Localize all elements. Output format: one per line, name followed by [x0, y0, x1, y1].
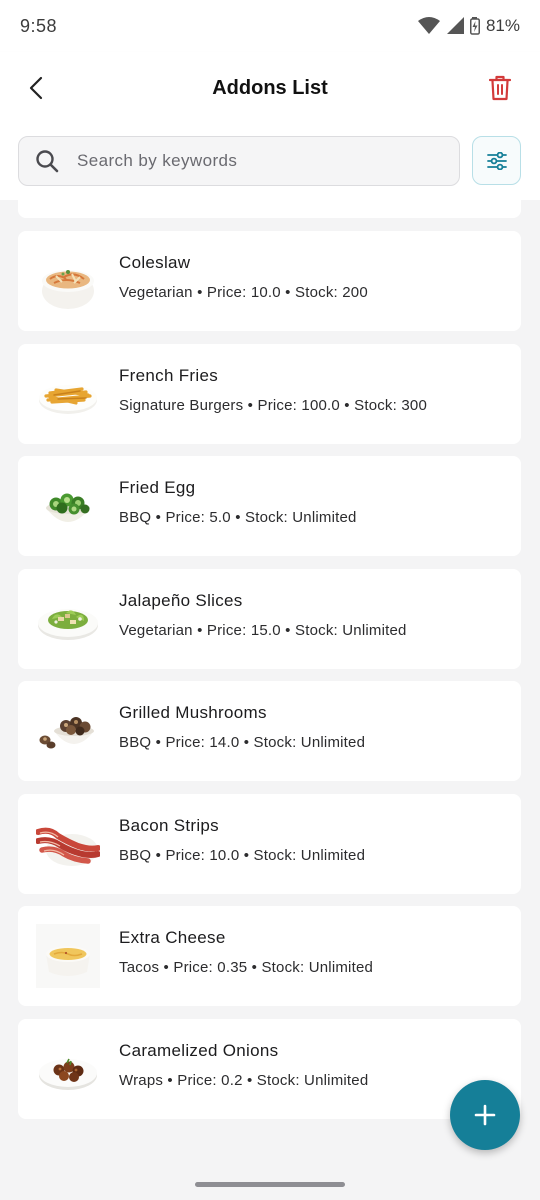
addon-meta: Wraps • Price: 0.2 • Stock: Unlimited [119, 1072, 369, 1089]
plus-icon [474, 1104, 496, 1126]
battery-percent: 81% [485, 16, 520, 35]
addon-item[interactable]: Grilled Mushrooms BBQ • Price: 14.0 • St… [18, 681, 521, 781]
addon-meta: BBQ • Price: 5.0 • Stock: Unlimited [119, 509, 357, 526]
addon-item[interactable]: Coleslaw Vegetarian • Price: 10.0 • Stoc… [18, 231, 521, 331]
addon-name: Fried Egg [119, 478, 196, 497]
addon-meta: Vegetarian • Price: 15.0 • Stock: Unlimi… [119, 622, 407, 639]
page-title: Addons List [212, 76, 328, 99]
addon-item[interactable]: French Fries Signature Burgers • Price: … [18, 344, 521, 444]
signal-icon [446, 17, 464, 34]
addon-meta: BBQ • Price: 10.0 • Stock: Unlimited [119, 847, 366, 864]
search-input[interactable] [77, 151, 407, 171]
add-addon-button[interactable] [450, 1080, 520, 1150]
mushroom-thumbnail [39, 717, 94, 749]
list-item-partial[interactable] [18, 200, 521, 218]
back-button[interactable] [20, 70, 52, 106]
addon-name: Extra Cheese [119, 928, 226, 947]
addon-text: Fried Egg BBQ • Price: 5.0 • Stock: Unli… [119, 478, 357, 526]
addon-name: Caramelized Onions [119, 1041, 279, 1060]
addon-text: Jalapeño Slices Vegetarian • Price: 15.0… [119, 591, 407, 639]
home-indicator[interactable] [195, 1182, 345, 1187]
addon-text: Coleslaw Vegetarian • Price: 10.0 • Stoc… [119, 253, 368, 301]
addon-text: Caramelized Onions Wraps • Price: 0.2 • … [119, 1041, 368, 1089]
addon-name: Coleslaw [119, 253, 191, 272]
addon-item[interactable]: Extra Cheese Tacos • Price: 0.35 • Stock… [18, 906, 521, 1006]
addon-item[interactable]: Fried Egg BBQ • Price: 5.0 • Stock: Unli… [18, 456, 521, 556]
coleslaw-thumbnail [42, 270, 94, 309]
delete-button[interactable] [484, 70, 516, 106]
addons-list[interactable]: Coleslaw Vegetarian • Price: 10.0 • Stoc… [18, 200, 521, 1200]
addon-name: Bacon Strips [119, 816, 219, 835]
addon-text: Extra Cheese Tacos • Price: 0.35 • Stock… [119, 928, 373, 976]
addon-item[interactable]: Caramelized Onions Wraps • Price: 0.2 • … [18, 1019, 521, 1119]
addon-text: Bacon Strips BBQ • Price: 10.0 • Stock: … [119, 816, 365, 864]
addon-meta: Tacos • Price: 0.35 • Stock: Unlimited [119, 959, 374, 976]
fries-thumbnail [39, 385, 97, 414]
search-row [0, 124, 540, 200]
wifi-icon [417, 17, 440, 34]
jalapeno-bowl-thumbnail [46, 493, 90, 522]
status-time: 9:58 [20, 15, 58, 36]
search-icon [36, 150, 59, 173]
sliders-icon [486, 151, 507, 170]
battery-icon [469, 17, 480, 35]
addon-item[interactable]: Jalapeño Slices Vegetarian • Price: 15.0… [18, 569, 521, 669]
search-box[interactable] [18, 136, 460, 186]
salad-thumbnail [38, 609, 98, 640]
addon-name: Jalapeño Slices [119, 591, 243, 610]
addon-text: French Fries Signature Burgers • Price: … [119, 366, 427, 414]
filter-button[interactable] [472, 136, 521, 185]
app-bar: Addons List [0, 52, 540, 124]
status-bar: 9:58 81% [0, 0, 540, 52]
addon-name: Grilled Mushrooms [119, 703, 267, 722]
bacon-thumbnail [36, 827, 100, 866]
onion-dish-thumbnail [39, 1058, 97, 1090]
addon-text: Grilled Mushrooms BBQ • Price: 14.0 • St… [119, 703, 365, 751]
chevron-left-icon [29, 76, 43, 100]
trash-icon [489, 75, 511, 101]
addon-meta: BBQ • Price: 14.0 • Stock: Unlimited [119, 734, 366, 751]
addon-meta: Vegetarian • Price: 10.0 • Stock: 200 [119, 284, 368, 301]
addon-meta: Signature Burgers • Price: 100.0 • Stock… [119, 397, 427, 414]
status-icons: 81% [417, 16, 520, 36]
addon-name: French Fries [119, 366, 219, 385]
cheese-dip-thumbnail [36, 924, 100, 988]
addon-item[interactable]: Bacon Strips BBQ • Price: 10.0 • Stock: … [18, 794, 521, 894]
